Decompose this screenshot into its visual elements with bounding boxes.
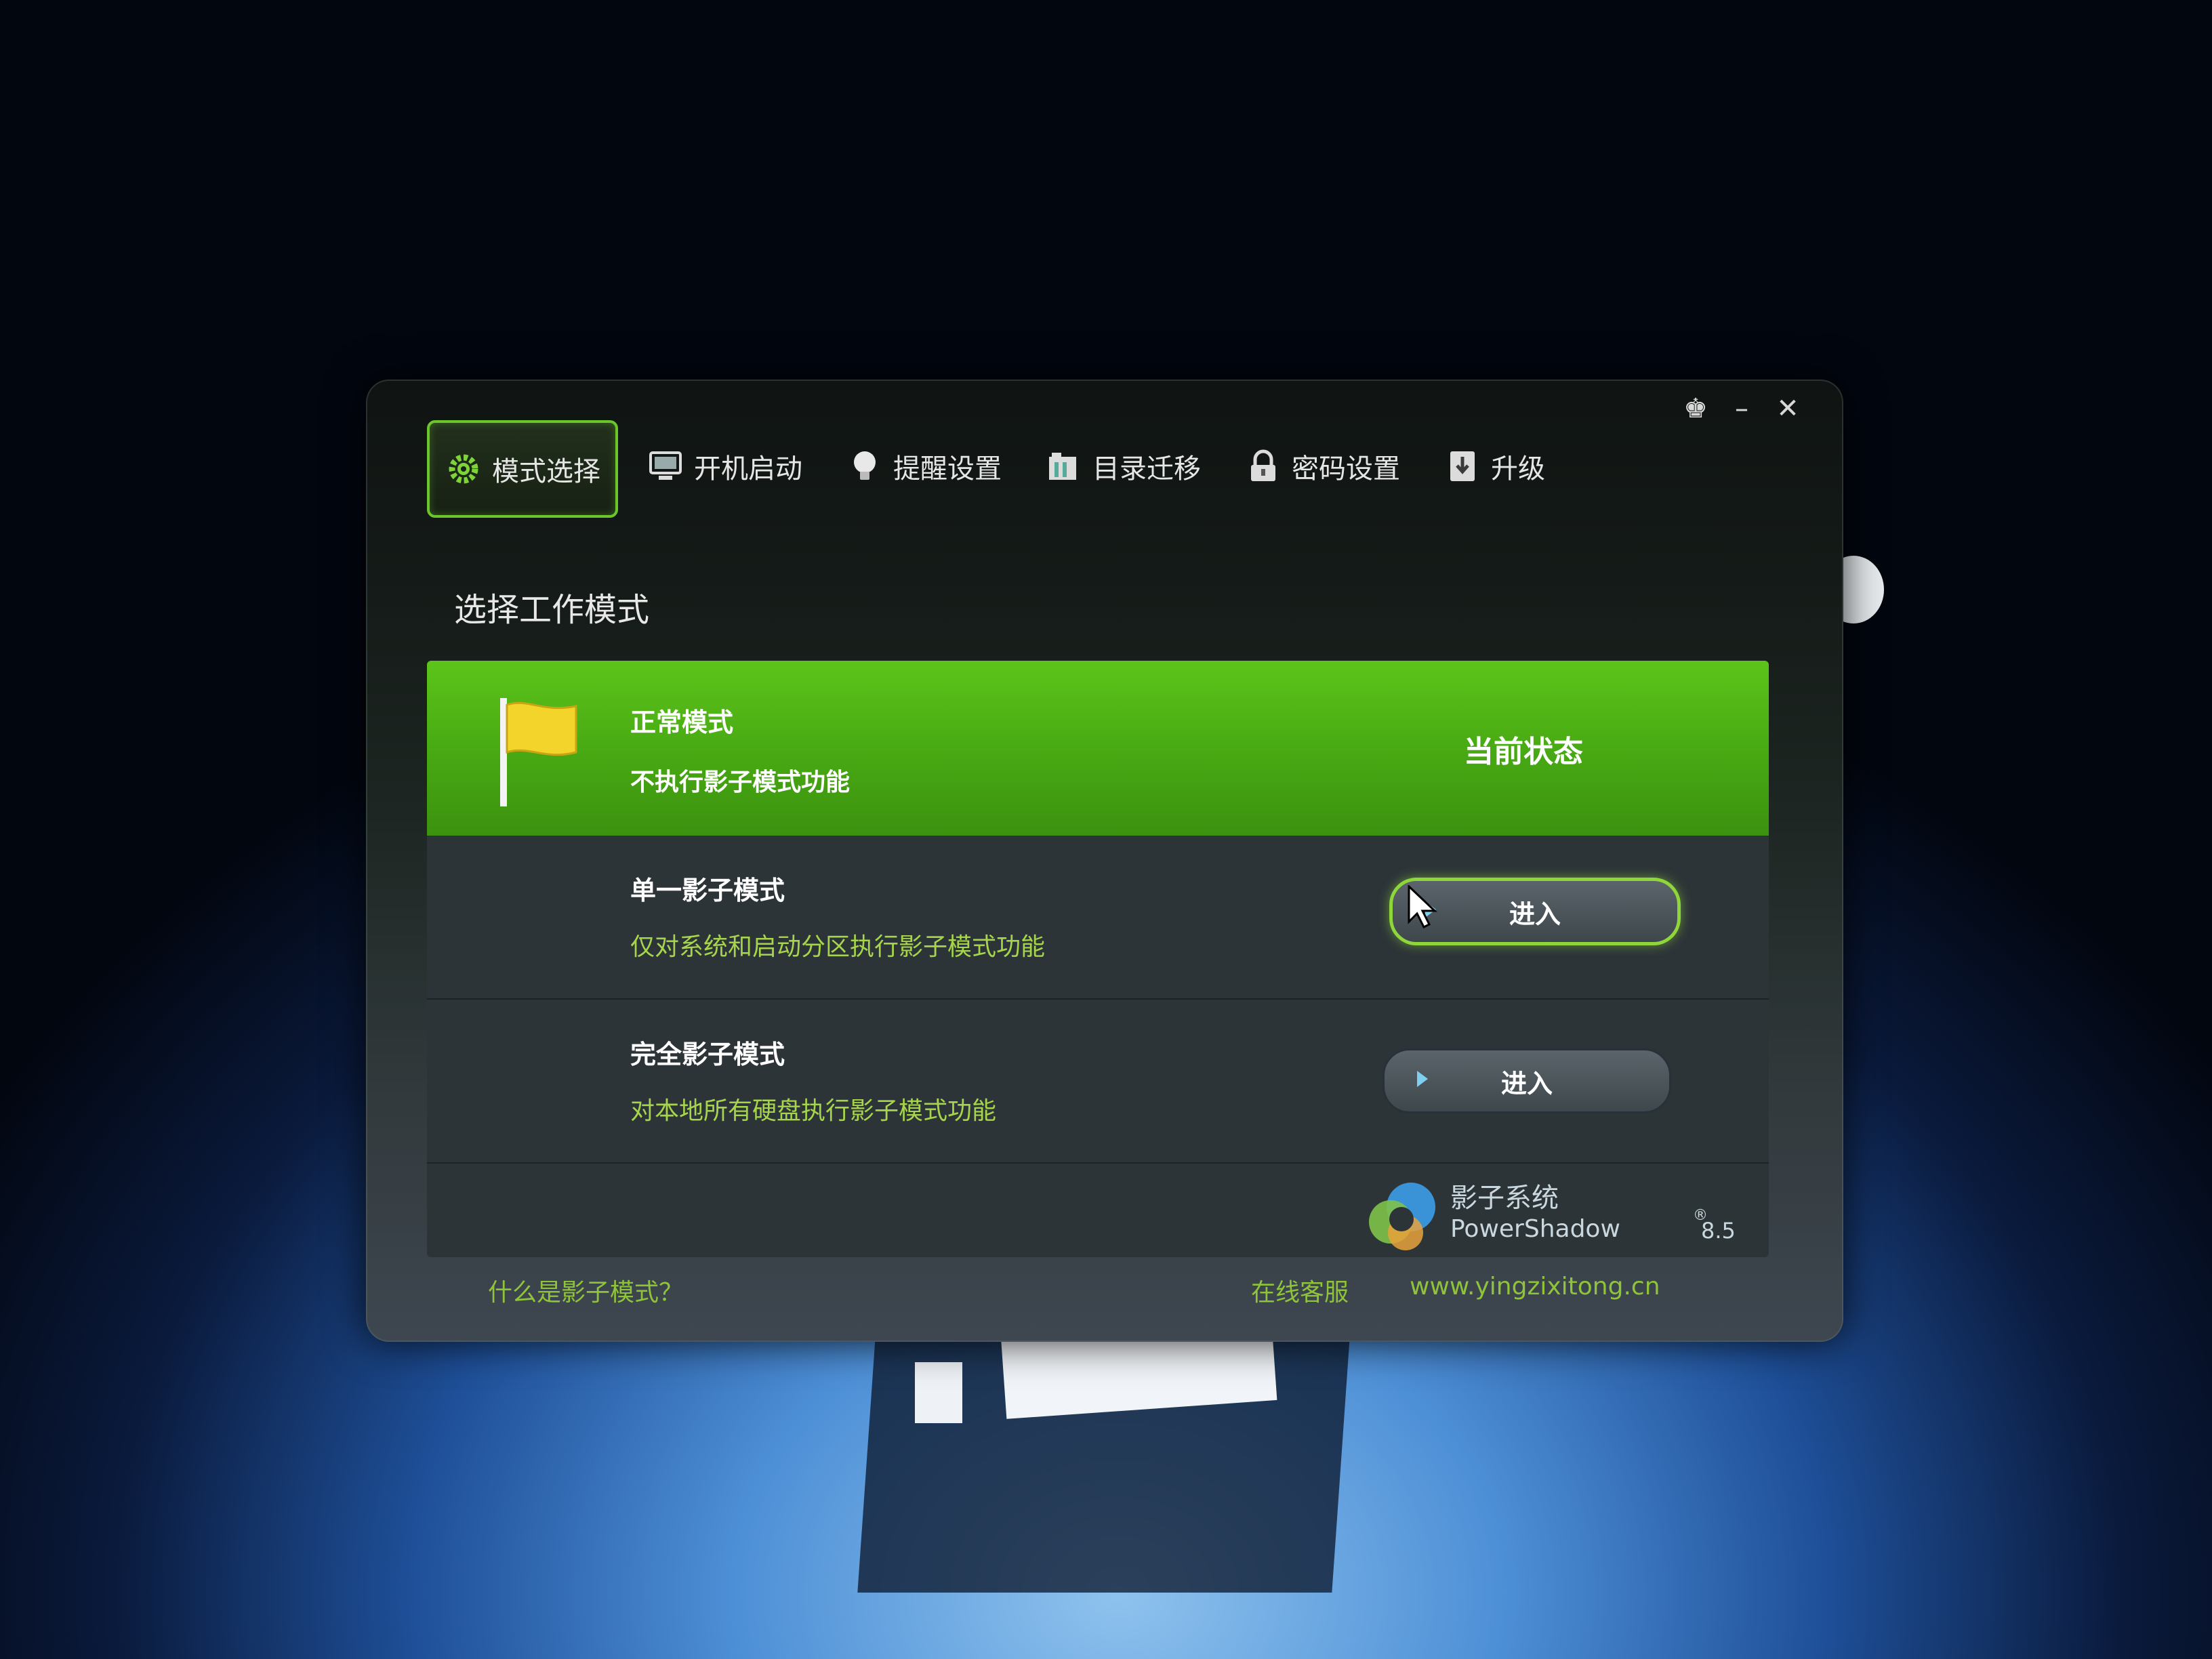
mode-name: 单一影子模式 (630, 876, 785, 905)
brand-version: 8.5 (1701, 1218, 1736, 1244)
mode-row-single-shadow: 单一影子模式 仅对系统和启动分区执行影子模式功能 进入 (427, 836, 1769, 1000)
tab-label: 开机启动 (694, 453, 802, 485)
play-arrow-icon (1417, 1071, 1428, 1087)
folder-icon (1045, 447, 1083, 485)
mode-panel: 正常模式 不执行影子模式功能 当前状态 单一影子模式 仅对系统和启动分区执行影子… (427, 661, 1769, 1257)
mode-row-normal: 正常模式 不执行影子模式功能 当前状态 (427, 661, 1769, 836)
button-label: 进入 (1500, 1068, 1553, 1099)
tab-password[interactable]: 密码设置 (1229, 420, 1415, 512)
mode-name: 完全影子模式 (630, 1040, 785, 1069)
tab-label: 密码设置 (1292, 453, 1400, 485)
tab-directory-migration[interactable]: 目录迁移 (1030, 420, 1216, 512)
tab-upgrade[interactable]: 升级 (1429, 420, 1560, 512)
mode-row-full-shadow: 完全影子模式 对本地所有硬盘执行影子模式功能 进入 (427, 1000, 1769, 1164)
close-button[interactable]: ✕ (1773, 393, 1803, 424)
brand-name-cn: 影子系统 (1450, 1183, 1559, 1214)
powershadow-window: ♚ – ✕ 模式选择 开机启动 提醒设置 目录迁移 密码设置 升级 选择工作模式… (366, 380, 1843, 1342)
tab-label: 模式选择 (492, 456, 600, 487)
mode-description: 仅对系统和启动分区执行影子模式功能 (630, 933, 1046, 961)
button-label: 进入 (1509, 899, 1561, 929)
current-status-label: 当前状态 (1464, 735, 1583, 769)
tab-bar: 模式选择 开机启动 提醒设置 目录迁移 密码设置 升级 (427, 420, 1560, 518)
window-controls: ♚ – ✕ (1681, 393, 1803, 424)
online-support-link[interactable]: 在线客服 (1251, 1273, 1349, 1308)
download-icon (1443, 447, 1481, 485)
gear-icon (445, 450, 483, 488)
powershadow-logo: 影子系统 PowerShadow ® 8.5 (1362, 1176, 1742, 1257)
tab-startup[interactable]: 开机启动 (632, 420, 817, 512)
lock-icon (1244, 447, 1282, 485)
tab-reminder[interactable]: 提醒设置 (831, 420, 1017, 512)
enter-single-shadow-button[interactable]: 进入 (1389, 878, 1681, 945)
bulb-icon (846, 447, 884, 485)
background-decor (915, 1362, 962, 1423)
tab-label: 升级 (1491, 453, 1545, 485)
mouse-cursor-icon (1408, 884, 1439, 936)
skin-icon[interactable]: ♚ (1681, 393, 1711, 424)
minimize-button[interactable]: – (1727, 393, 1757, 424)
mode-description: 对本地所有硬盘执行影子模式功能 (630, 1097, 997, 1125)
monitor-icon (647, 447, 684, 485)
flag-icon (495, 698, 583, 809)
mode-name: 正常模式 (630, 708, 734, 737)
tab-label: 目录迁移 (1092, 453, 1201, 485)
mode-description: 不执行影子模式功能 (630, 769, 851, 796)
brand-name-en: PowerShadow (1450, 1215, 1620, 1243)
enter-full-shadow-button[interactable]: 进入 (1382, 1048, 1671, 1113)
what-is-shadow-mode-link[interactable]: 什么是影子模式？ (488, 1273, 683, 1308)
tab-label: 提醒设置 (893, 453, 1002, 485)
tab-mode-select[interactable]: 模式选择 (427, 420, 618, 518)
panel-title: 选择工作模式 (454, 591, 650, 629)
logo-icon (1362, 1180, 1443, 1257)
website-link[interactable]: www.yingzixitong.cn (1410, 1273, 1660, 1300)
